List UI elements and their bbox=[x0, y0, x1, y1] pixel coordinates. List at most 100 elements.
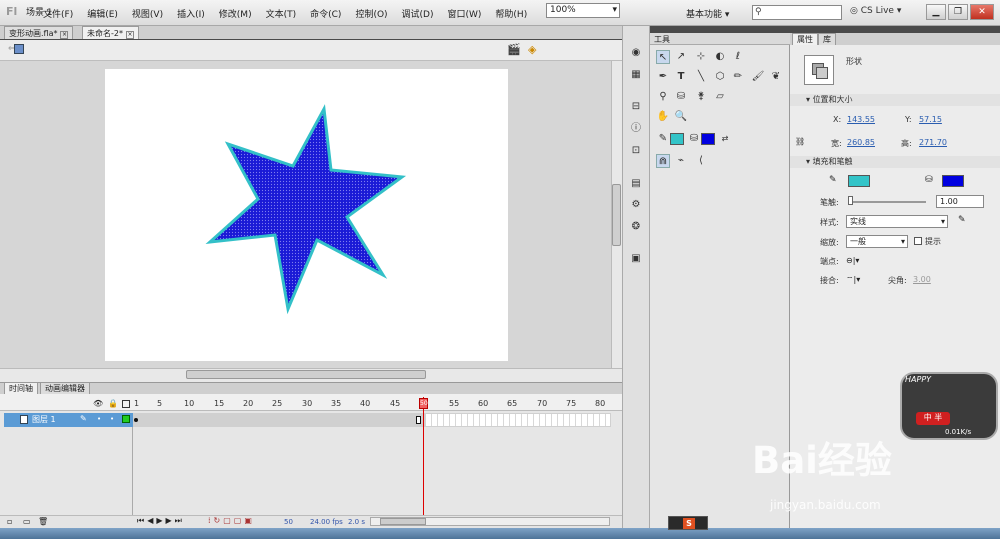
subselection-tool-icon[interactable]: ↗ bbox=[674, 50, 688, 64]
menu-commands[interactable]: 命令(C) bbox=[303, 7, 348, 20]
zoom-select[interactable]: 100% ▾ bbox=[546, 3, 620, 18]
scale-select[interactable]: 一般 ▾ bbox=[846, 235, 908, 248]
components-panel-icon[interactable]: ▤ bbox=[629, 177, 643, 191]
new-folder-icon[interactable]: ▭ bbox=[23, 517, 31, 526]
timeline-hscroll-thumb[interactable] bbox=[380, 518, 426, 525]
menu-text[interactable]: 文本(T) bbox=[259, 7, 304, 20]
lasso-tool-icon[interactable]: ℓ bbox=[731, 50, 745, 64]
snap-to-objects-icon[interactable]: ⌁ bbox=[674, 154, 688, 168]
menu-insert[interactable]: 插入(I) bbox=[170, 7, 212, 20]
align-panel-icon[interactable]: ⊟ bbox=[629, 100, 643, 114]
cs-live-button[interactable]: ◎ CS Live ▾ bbox=[850, 6, 901, 16]
code-snippets-icon[interactable]: ❂ bbox=[629, 220, 643, 234]
layer-color-box[interactable] bbox=[122, 415, 130, 423]
join-select[interactable]: ⌔|▾ bbox=[846, 275, 860, 285]
minimize-button[interactable]: ▁ bbox=[926, 4, 946, 20]
tab-timeline[interactable]: 时间轴 bbox=[4, 382, 38, 394]
miter-value[interactable]: 3.00 bbox=[913, 275, 931, 284]
close-icon[interactable]: × bbox=[60, 31, 69, 39]
fill-color-picker[interactable] bbox=[942, 175, 964, 187]
hand-tool-icon[interactable]: ✋ bbox=[656, 110, 670, 124]
section-position-size[interactable]: ▾ 位置和大小 bbox=[790, 94, 1000, 106]
eyedropper-tool-icon[interactable]: ⚵ bbox=[694, 90, 708, 104]
current-frame[interactable]: 50 bbox=[284, 518, 293, 526]
end-frame-marker[interactable] bbox=[416, 416, 421, 424]
text-tool-icon[interactable]: T bbox=[674, 70, 688, 84]
paint-bucket-tool-icon[interactable]: ⛁ bbox=[674, 90, 688, 104]
lock-ratio-icon[interactable]: ⛓ bbox=[795, 137, 805, 146]
stroke-color-swatch[interactable] bbox=[670, 133, 684, 145]
color-panel-icon[interactable]: ◉ bbox=[629, 46, 643, 60]
stroke-weight-input[interactable]: 1.00 bbox=[936, 195, 984, 208]
frame-rate[interactable]: 24.00 fps bbox=[310, 518, 343, 526]
close-icon[interactable]: × bbox=[125, 31, 134, 39]
swap-colors-icon[interactable]: ⇄ bbox=[718, 132, 732, 146]
edit-scene-icon[interactable]: 🎬 bbox=[507, 43, 521, 56]
line-tool-icon[interactable]: ╲ bbox=[694, 70, 708, 84]
y-value[interactable]: 57.15 bbox=[919, 115, 942, 124]
tab-morph-animation[interactable]: 变形动画.fla* × bbox=[4, 26, 74, 39]
menu-control[interactable]: 控制(O) bbox=[348, 7, 394, 20]
fill-color-swatch[interactable] bbox=[701, 133, 715, 145]
ime-toolbar[interactable]: S bbox=[668, 516, 708, 530]
edit-stroke-style-icon[interactable]: ✎ bbox=[958, 215, 966, 225]
workspace-switcher[interactable]: 基本功能 ▾ bbox=[686, 4, 744, 21]
menu-debug[interactable]: 调试(D) bbox=[395, 7, 441, 20]
transform-panel-icon[interactable]: ⊡ bbox=[629, 144, 643, 158]
stage-canvas[interactable] bbox=[105, 69, 508, 361]
keyframe-start[interactable] bbox=[134, 418, 138, 422]
straighten-icon[interactable]: ⟨ bbox=[694, 154, 708, 168]
restore-button[interactable]: ❐ bbox=[948, 4, 968, 20]
onion-skin-controls[interactable]: ⁞↻▢▢▣ bbox=[208, 516, 255, 525]
object-drawing-icon[interactable]: ⋒ bbox=[656, 154, 670, 168]
pencil-tool-icon[interactable]: ✏ bbox=[731, 70, 745, 84]
tab-motion-editor[interactable]: 动画编辑器 bbox=[40, 382, 90, 394]
menu-modify[interactable]: 修改(M) bbox=[212, 7, 259, 20]
delete-layer-icon[interactable]: 🗑 bbox=[38, 517, 48, 526]
outline-icon[interactable] bbox=[122, 400, 130, 408]
pen-tool-icon[interactable]: ✒ bbox=[656, 70, 670, 84]
vertical-scroll-thumb[interactable] bbox=[612, 184, 621, 246]
motion-presets-icon[interactable]: ⚙ bbox=[629, 198, 643, 212]
help-search-input[interactable] bbox=[752, 5, 842, 20]
playback-controls[interactable]: ⏮◀▶▶⏭ bbox=[137, 516, 185, 526]
hint-checkbox[interactable] bbox=[914, 237, 922, 245]
selection-tool-icon[interactable]: ↖ bbox=[656, 50, 670, 64]
free-transform-tool-icon[interactable]: ⊹ bbox=[694, 50, 708, 64]
menu-view[interactable]: 视图(V) bbox=[125, 7, 170, 20]
width-value[interactable]: 260.85 bbox=[847, 138, 875, 147]
menu-window[interactable]: 窗口(W) bbox=[441, 7, 489, 20]
menu-help[interactable]: 帮助(H) bbox=[488, 7, 534, 20]
empty-frames[interactable] bbox=[426, 414, 610, 426]
cap-select[interactable]: ⊖|▾ bbox=[846, 256, 859, 265]
edit-symbols-icon[interactable]: ◈ bbox=[528, 43, 536, 56]
brush-tool-icon[interactable]: 🖌 bbox=[751, 70, 765, 84]
zoom-tool-icon[interactable]: 🔍 bbox=[674, 110, 688, 124]
new-layer-icon[interactable]: ▫ bbox=[7, 517, 12, 526]
deco-tool-icon[interactable]: ❦ bbox=[769, 70, 783, 84]
lock-dot[interactable]: • bbox=[110, 415, 114, 423]
visible-dot[interactable]: • bbox=[97, 415, 101, 423]
height-value[interactable]: 271.70 bbox=[919, 138, 947, 147]
tab-untitled-2[interactable]: 未命名-2* × bbox=[82, 26, 139, 39]
stroke-slider-thumb[interactable] bbox=[848, 196, 853, 205]
close-window-button[interactable]: ✕ bbox=[970, 4, 994, 20]
section-fill-stroke[interactable]: ▾ 填充和笔触 bbox=[790, 156, 1000, 168]
eraser-tool-icon[interactable]: ▱ bbox=[713, 90, 727, 104]
stroke-style-select[interactable]: 实线 ▾ bbox=[846, 215, 948, 228]
lock-icon[interactable]: 🔒 bbox=[108, 399, 118, 408]
polystar-tool-icon[interactable]: ⬡ bbox=[713, 70, 727, 84]
bone-tool-icon[interactable]: ⚲ bbox=[656, 90, 670, 104]
x-value[interactable]: 143.55 bbox=[847, 115, 875, 124]
star-shape[interactable] bbox=[205, 104, 407, 315]
horizontal-scroll-thumb[interactable] bbox=[186, 370, 426, 379]
pencil-icon[interactable]: ✎ bbox=[80, 414, 87, 423]
stroke-color-picker[interactable] bbox=[848, 175, 870, 187]
stroke-weight-slider[interactable] bbox=[848, 201, 926, 203]
history-panel-icon[interactable]: ▣ bbox=[629, 252, 643, 266]
menu-edit[interactable]: 编辑(E) bbox=[80, 7, 125, 20]
tab-properties[interactable]: 属性 bbox=[792, 33, 818, 45]
eye-icon[interactable]: 👁 bbox=[93, 399, 103, 408]
swatches-panel-icon[interactable]: ▦ bbox=[629, 68, 643, 82]
3d-rotation-tool-icon[interactable]: ◐ bbox=[713, 50, 727, 64]
